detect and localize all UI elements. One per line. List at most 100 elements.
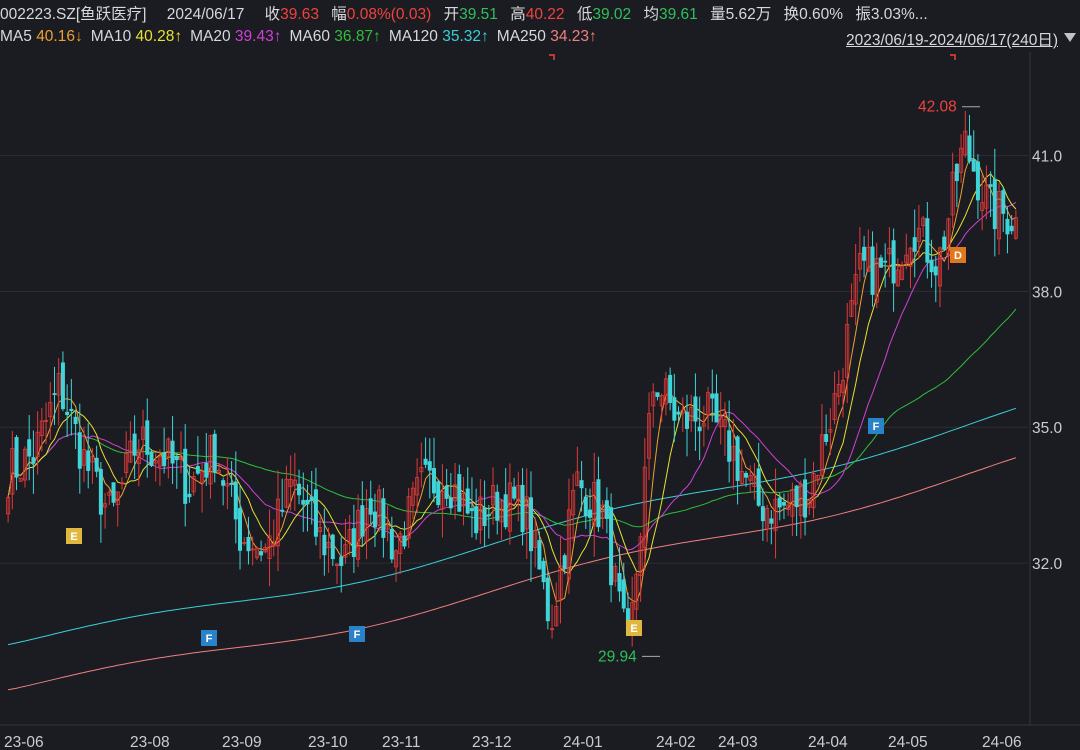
candle-body bbox=[933, 266, 938, 276]
candle-body bbox=[777, 497, 782, 508]
moving-average-lines bbox=[7, 157, 1017, 691]
candle-body bbox=[65, 411, 70, 416]
x-tick-label: 23-12 bbox=[472, 734, 512, 750]
low-value: 39.02 bbox=[592, 6, 632, 23]
candle-body bbox=[259, 551, 264, 556]
high-price-label: 42.08 bbox=[918, 99, 957, 116]
candle-body bbox=[427, 461, 432, 471]
x-tick-label: 23-08 bbox=[130, 734, 170, 750]
candle-body bbox=[710, 393, 715, 399]
chevron-down-icon[interactable] bbox=[1064, 33, 1076, 42]
corner-tick-icon bbox=[950, 54, 956, 60]
candle-body bbox=[368, 498, 373, 515]
candle-body bbox=[528, 497, 533, 552]
candle-body bbox=[760, 506, 765, 522]
x-tick-label: 23-09 bbox=[222, 734, 262, 750]
candle-body bbox=[545, 577, 550, 622]
candle-body bbox=[444, 485, 449, 499]
candle-body bbox=[204, 462, 209, 478]
candle-body bbox=[389, 528, 394, 560]
date-range-selector[interactable]: 2023/06/19-2024/06/17(240日) bbox=[846, 28, 1058, 50]
x-tick-label: 24-04 bbox=[808, 734, 848, 750]
x-tick-label: 23-10 bbox=[308, 734, 348, 750]
candle-body bbox=[301, 500, 306, 505]
candle-body bbox=[246, 536, 251, 552]
candle-body bbox=[482, 507, 487, 526]
candle-body bbox=[351, 528, 356, 557]
y-tick-label: 41.0 bbox=[1032, 149, 1063, 166]
candle-body bbox=[195, 466, 200, 474]
candle-body bbox=[781, 502, 786, 506]
candle-body bbox=[372, 511, 377, 528]
stock-code[interactable]: 002223.SZ[鱼跃医疗] bbox=[0, 6, 146, 23]
ma-legend-label: MA10 bbox=[90, 28, 136, 45]
candle-body bbox=[756, 468, 761, 506]
x-tick-label: 23-11 bbox=[382, 734, 421, 750]
candle-body bbox=[69, 408, 74, 412]
candle-body bbox=[486, 514, 491, 517]
ma-legend-value: 36.87↑ bbox=[334, 28, 381, 45]
candle-body bbox=[954, 163, 959, 182]
candle-body bbox=[162, 452, 167, 467]
turnover-value: 0.60% bbox=[799, 6, 844, 23]
ma-legend-label: MA120 bbox=[388, 28, 443, 45]
candle-body bbox=[604, 500, 609, 519]
candle-body bbox=[86, 450, 91, 471]
candle-body bbox=[929, 259, 934, 273]
candle-body bbox=[609, 507, 614, 586]
candle-body bbox=[1005, 218, 1010, 235]
candle-body bbox=[98, 468, 103, 515]
ma-legend-value: 34.23↑ bbox=[550, 28, 597, 45]
x-tick-label: 24-06 bbox=[982, 734, 1022, 750]
candle-body bbox=[111, 482, 116, 503]
x-tick-label: 23-06 bbox=[4, 734, 44, 750]
candle-body bbox=[132, 433, 137, 456]
turnover-label: 换 bbox=[783, 6, 800, 23]
candle-body bbox=[621, 579, 626, 609]
event-markers: E F F E F D bbox=[66, 247, 966, 646]
candle-body bbox=[339, 556, 344, 566]
close-value: 39.63 bbox=[280, 6, 319, 23]
candle-body bbox=[744, 472, 749, 478]
candle-body bbox=[1001, 190, 1006, 214]
candle-body bbox=[27, 439, 32, 457]
y-tick-label: 32.0 bbox=[1032, 556, 1063, 573]
candle-body bbox=[322, 534, 327, 556]
candle-body bbox=[495, 491, 500, 521]
x-tick-label: 24-05 bbox=[888, 734, 928, 750]
candle-body bbox=[469, 508, 474, 512]
candle-body bbox=[727, 430, 732, 462]
candle-body bbox=[655, 392, 660, 397]
candle-body bbox=[14, 437, 19, 478]
candle-body bbox=[183, 448, 188, 504]
candle-body bbox=[149, 451, 154, 466]
candle-body bbox=[309, 496, 314, 501]
candle-body bbox=[967, 135, 972, 162]
ma-legend-label: MA250 bbox=[496, 28, 551, 45]
candle-body bbox=[229, 482, 234, 485]
high-value: 40.22 bbox=[525, 6, 565, 23]
event-marker-label: F bbox=[206, 633, 213, 645]
candle-body bbox=[588, 509, 593, 518]
volume-label: 量 bbox=[710, 6, 726, 23]
candle-body bbox=[402, 535, 407, 547]
candle-body bbox=[975, 161, 980, 201]
candle-body bbox=[891, 240, 896, 284]
y-tick-label: 35.0 bbox=[1032, 420, 1063, 437]
grid-lines bbox=[0, 52, 1080, 726]
candle-body bbox=[824, 434, 829, 442]
candle-body bbox=[697, 426, 702, 432]
candle-body bbox=[735, 436, 740, 481]
candle-body bbox=[187, 493, 192, 498]
ma10-line bbox=[7, 173, 1017, 574]
candle-body bbox=[870, 246, 875, 295]
candle-body bbox=[769, 518, 774, 524]
kline-chart[interactable]: 41.0 38.0 35.0 32.0 23-06 23-08 23-09 23-10 23-… bbox=[0, 52, 1080, 750]
high-label: 高 bbox=[510, 6, 526, 23]
y-tick-label: 38.0 bbox=[1032, 284, 1063, 301]
candle-body bbox=[583, 496, 588, 517]
candle-body bbox=[221, 480, 226, 486]
ma-legend-value: 40.16↓ bbox=[36, 28, 83, 45]
candle-body bbox=[465, 488, 470, 514]
candle-body bbox=[73, 416, 78, 425]
